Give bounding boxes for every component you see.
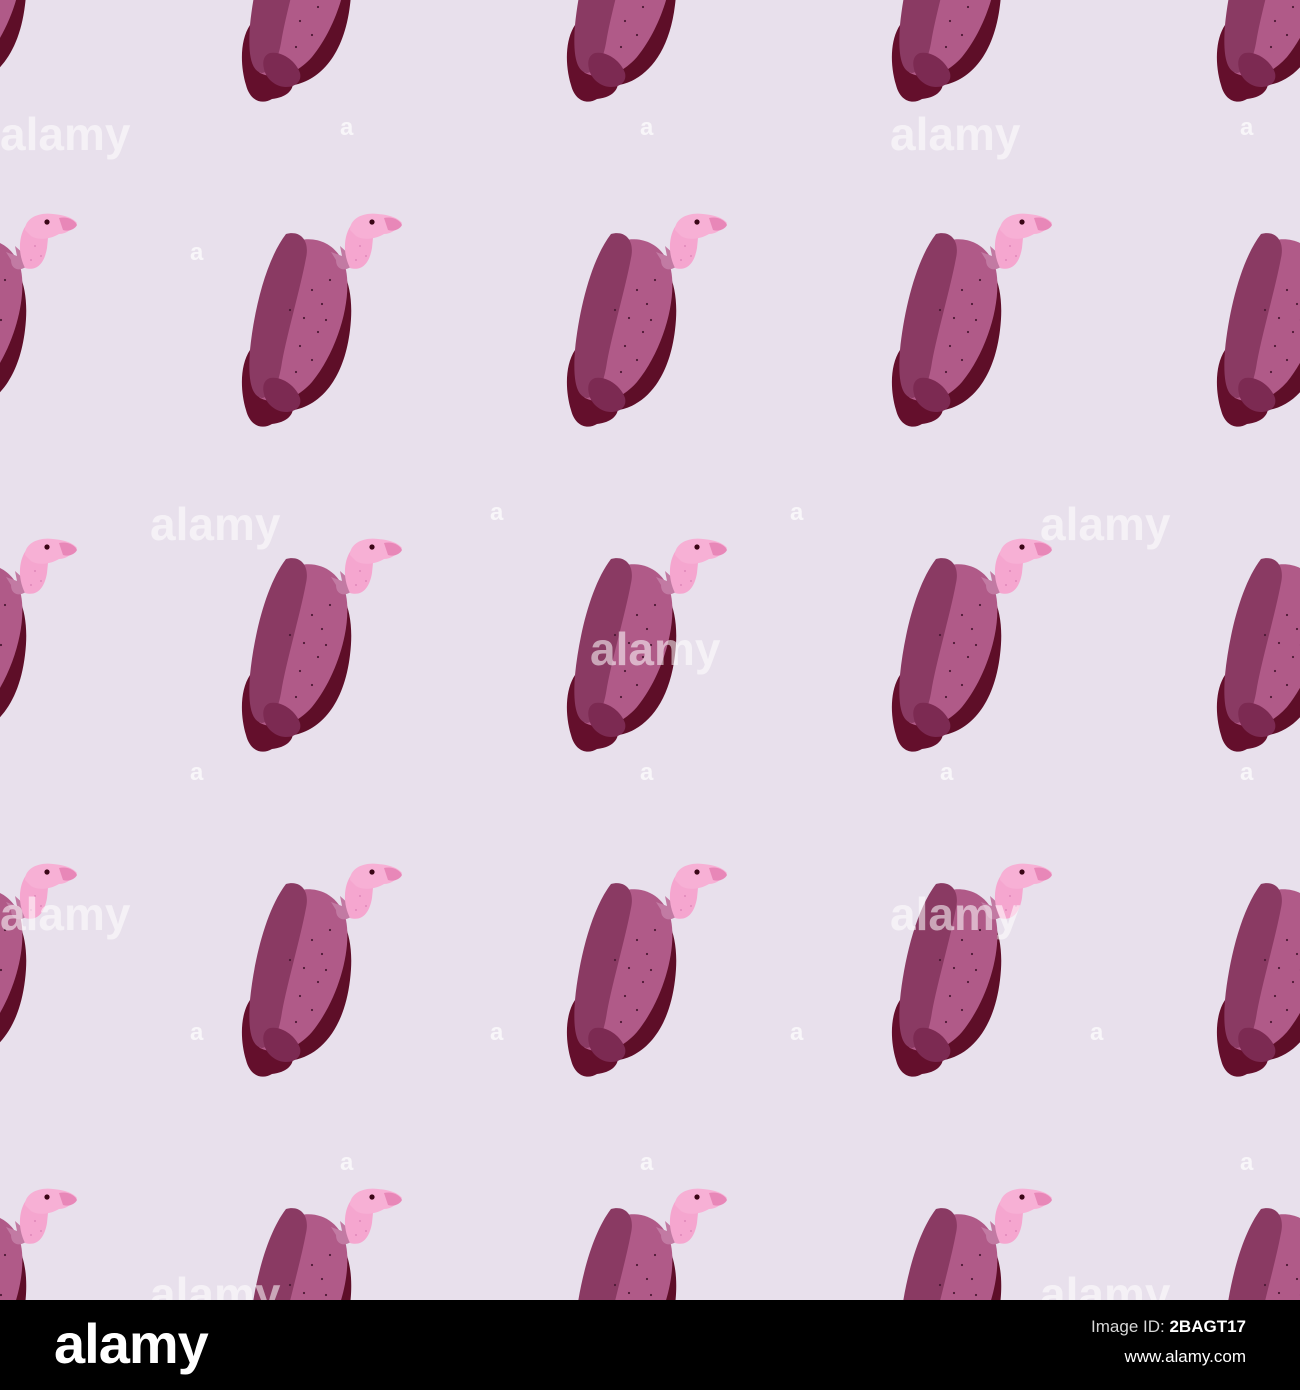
footer-bar: alamy Image ID: 2BAGT17 www.alamy.com — [0, 1300, 1300, 1390]
watermark-text: alamy — [590, 623, 721, 675]
watermark-mark: a — [1240, 114, 1254, 141]
watermark-mark: a — [640, 114, 654, 141]
footer-logo[interactable]: alamy — [54, 1314, 209, 1374]
watermark-mark: a — [1240, 759, 1254, 786]
watermark-text: alamy — [0, 888, 131, 940]
watermark-mark: a — [790, 1019, 804, 1046]
watermark-text: alamy — [0, 108, 131, 160]
watermark-mark: a — [1240, 1149, 1254, 1176]
watermark-text: alamy — [150, 1268, 281, 1300]
watermark-mark: a — [190, 759, 204, 786]
image-id-label: Image ID: — [1091, 1317, 1165, 1336]
watermark-mark: a — [1090, 1019, 1104, 1046]
watermark-text: alamy — [150, 498, 281, 550]
watermark-text: alamy — [890, 108, 1021, 160]
watermark-mark: a — [640, 1149, 654, 1176]
watermark-text: alamy — [1040, 1268, 1171, 1300]
vulture-pattern-canvas: alamy alamy alamy alamy alamy alamy alamy alamy… — [0, 0, 1300, 1300]
watermark-mark: a — [190, 1019, 204, 1046]
watermark-mark: a — [190, 239, 204, 266]
image-id-line: Image ID: 2BAGT17 — [1091, 1312, 1246, 1342]
watermark-text: alamy — [890, 888, 1021, 940]
watermark-mark: a — [340, 114, 354, 141]
footer-meta: Image ID: 2BAGT17 www.alamy.com — [1091, 1312, 1246, 1372]
image-id-value: 2BAGT17 — [1169, 1317, 1246, 1336]
watermark-mark: a — [640, 759, 654, 786]
site-url[interactable]: www.alamy.com — [1091, 1342, 1246, 1372]
watermark-mark: a — [340, 1149, 354, 1176]
watermark-mark: a — [940, 759, 954, 786]
watermark-text: alamy — [1040, 498, 1171, 550]
watermark-mark: a — [790, 499, 804, 526]
watermark-mark: a — [490, 1019, 504, 1046]
vulture-pattern: alamy alamy alamy alamy alamy alamy alamy alamy… — [0, 0, 1300, 1300]
watermark-mark: a — [490, 499, 504, 526]
